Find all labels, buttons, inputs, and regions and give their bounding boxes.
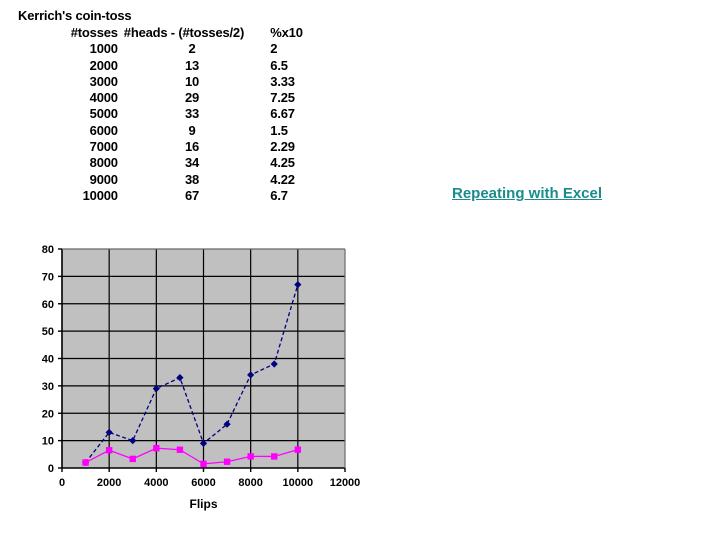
cell-tosses: 10000 xyxy=(82,187,118,203)
x-axis-title-text: Flips xyxy=(189,497,217,511)
cell-tosses: 9000 xyxy=(89,171,118,187)
table-row: 1000 2 2 xyxy=(14,41,334,57)
cell-heads-diff: 13 xyxy=(185,57,200,73)
cell-heads-diff: 9 xyxy=(188,122,196,138)
x-tick-label: 6000 xyxy=(191,477,215,489)
cell-percent: 4.22 xyxy=(270,171,295,187)
table-row: 9000 38 4.22 xyxy=(14,172,334,188)
data-point-marker xyxy=(247,453,254,460)
x-tick-label: 0 xyxy=(59,477,65,489)
table-row: 5000 33 6.67 xyxy=(14,106,334,122)
coin-toss-table: #tosses #heads - (#tosses/2) %x10 1000 2… xyxy=(14,25,334,204)
data-point-marker xyxy=(271,453,278,460)
y-tick-label: 10 xyxy=(42,436,54,448)
data-point-marker xyxy=(153,444,160,452)
table-row: 10000 67 6.7 xyxy=(14,188,334,204)
cell-percent: 2.29 xyxy=(270,139,295,155)
cell-heads-diff: 10 xyxy=(185,73,200,89)
table-row: 6000 9 1.5 xyxy=(14,123,334,139)
coin-toss-chart: 0 10 20 30 40 50 60 70 80 0 2000 4000 6000 8000 10000… xyxy=(20,240,390,530)
chart-svg: 0 10 20 30 40 50 60 70 80 0 2000 4000 6000 8000 10000… xyxy=(42,244,361,511)
cell-tosses: 5000 xyxy=(89,106,118,122)
repeating-with-excel-link[interactable]: Repeating with Excel xyxy=(452,185,602,202)
cell-percent: 7.25 xyxy=(270,90,295,106)
cell-tosses: 8000 xyxy=(89,155,118,171)
cell-tosses: 4000 xyxy=(89,90,118,106)
cell-heads-diff: 29 xyxy=(185,90,200,106)
table-body: 1000 2 2 2000 13 6.5 3000 10 3.33 4000 2… xyxy=(14,41,334,204)
cell-heads-diff: 34 xyxy=(185,155,200,171)
cell-tosses: 6000 xyxy=(89,122,118,138)
x-tick-label: 12000 xyxy=(330,477,361,489)
y-tick-label: 30 xyxy=(42,381,54,393)
table-row: 2000 13 6.5 xyxy=(14,58,334,74)
cell-tosses: 2000 xyxy=(89,57,118,73)
data-point-marker xyxy=(176,446,184,453)
cell-tosses: 3000 xyxy=(89,73,118,89)
data-point-marker xyxy=(129,455,136,463)
x-tick-label: 4000 xyxy=(144,477,168,489)
cell-heads-diff: 33 xyxy=(185,106,200,122)
data-point-marker xyxy=(82,459,89,466)
column-header-percent: %x10 xyxy=(270,25,303,40)
x-tick-label: 2000 xyxy=(97,477,121,489)
y-tick-label: 40 xyxy=(42,354,54,366)
cell-heads-diff: 38 xyxy=(185,171,200,187)
table-row: 8000 34 4.25 xyxy=(14,155,334,171)
cell-tosses: 7000 xyxy=(89,139,118,155)
data-point-marker xyxy=(294,446,302,453)
table-row: 3000 10 3.33 xyxy=(14,74,334,90)
y-tick-label: 70 xyxy=(42,271,54,283)
y-tick-label: 50 xyxy=(42,326,54,338)
x-tick-label: 10000 xyxy=(283,477,314,489)
cell-percent: 6.7 xyxy=(270,187,288,203)
cell-tosses: 1000 xyxy=(89,41,118,57)
cell-percent: 6.67 xyxy=(270,106,295,122)
cell-percent: 1.5 xyxy=(270,122,288,138)
cell-heads-diff: 67 xyxy=(185,187,200,203)
y-tick-label: 0 xyxy=(48,463,54,475)
table-title: Kerrich's coin-toss xyxy=(18,8,132,23)
cell-heads-diff: 2 xyxy=(188,41,196,57)
x-tick-label: 8000 xyxy=(238,477,262,489)
cell-percent: 3.33 xyxy=(270,73,295,89)
y-axis-tick-labels: 0 10 20 30 40 50 60 70 80 xyxy=(42,244,54,475)
column-header-heads-diff: #heads - (#tosses/2) xyxy=(123,25,245,40)
data-point-marker xyxy=(105,447,113,454)
y-tick-label: 80 xyxy=(42,244,54,256)
kerrich-data-table: Kerrich's coin-toss #tosses #heads - (#t… xyxy=(14,8,344,204)
table-header-row: #tosses #heads - (#tosses/2) %x10 xyxy=(14,25,334,41)
y-tick-label: 20 xyxy=(42,408,54,420)
table-row: 4000 29 7.25 xyxy=(14,90,334,106)
x-axis-tick-labels: 0 2000 4000 6000 8000 10000 12000 xyxy=(59,477,360,489)
cell-percent: 6.5 xyxy=(270,57,288,73)
y-tick-label: 60 xyxy=(42,299,54,311)
x-axis-title: Flips xyxy=(189,497,217,511)
cell-percent: 2 xyxy=(270,41,278,57)
data-point-marker xyxy=(200,460,207,468)
data-point-marker xyxy=(223,458,231,465)
column-header-tosses: #tosses xyxy=(70,25,118,40)
cell-heads-diff: 16 xyxy=(185,139,200,155)
slide-canvas: Kerrich's coin-toss #tosses #heads - (#t… xyxy=(0,0,720,540)
table-row: 7000 16 2.29 xyxy=(14,139,334,155)
cell-percent: 4.25 xyxy=(270,155,295,171)
